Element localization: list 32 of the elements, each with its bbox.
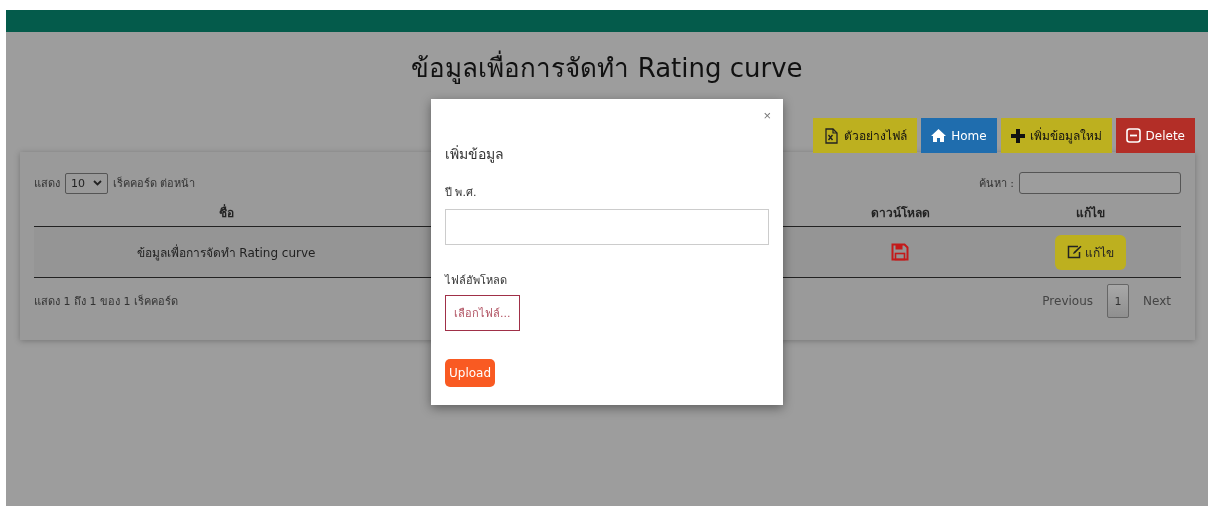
toolbar-button[interactable]: Home	[921, 118, 997, 153]
upload-button[interactable]: Upload	[445, 359, 496, 387]
previous-link[interactable]: Previous	[1032, 288, 1104, 314]
choose-file-button[interactable]: เลือกไฟล์...	[445, 295, 520, 331]
next-link[interactable]: Next	[1133, 288, 1181, 314]
toolbar-button[interactable]: เพิ่มข้อมูลใหม่	[1000, 118, 1112, 153]
chevron-down-icon	[93, 180, 102, 186]
close-button[interactable]: ×	[763, 109, 771, 123]
search-label: ค้นหา :	[978, 176, 1014, 192]
minus-square-icon	[1125, 128, 1141, 143]
table-info: แสดง 1 ถึง 1 ของ 1 เร็คคอร์ด	[34, 293, 178, 310]
search-field[interactable]	[1019, 172, 1181, 194]
plus-icon	[1010, 128, 1025, 143]
home-icon	[931, 129, 947, 142]
toolbar-button[interactable]: ตัวอย่างไฟล์	[813, 118, 918, 153]
records-label: เร็คคอร์ด ต่อหน้า	[113, 175, 196, 192]
edit-icon	[1067, 245, 1082, 259]
page-title: ข้อมูลเพื่อการจัดทำ Rating curve	[6, 48, 1208, 88]
show-label: แสดง	[34, 176, 60, 192]
year-label: ปี พ.ศ.	[445, 185, 477, 201]
edit-button[interactable]: แก้ไข	[1055, 234, 1126, 270]
column-header: แก้ไข	[1075, 204, 1106, 222]
year-field[interactable]	[445, 209, 769, 245]
modal-title: เพิ่มข้อมูล	[445, 144, 504, 165]
spreadsheet-file-icon	[823, 127, 840, 144]
column-header: ชื่อ	[217, 203, 235, 222]
column-header: ดาวน์โหลด	[869, 204, 931, 222]
table-cell-text: ข้อมูลเพื่อการจัดทำ Rating curve	[135, 243, 317, 262]
page-button[interactable]: 1	[1107, 284, 1130, 318]
file-label: ไฟล์อัพโหลด	[445, 273, 507, 289]
toolbar-button[interactable]: Delete	[1115, 118, 1195, 153]
page-size-select[interactable]: 10	[65, 172, 108, 194]
